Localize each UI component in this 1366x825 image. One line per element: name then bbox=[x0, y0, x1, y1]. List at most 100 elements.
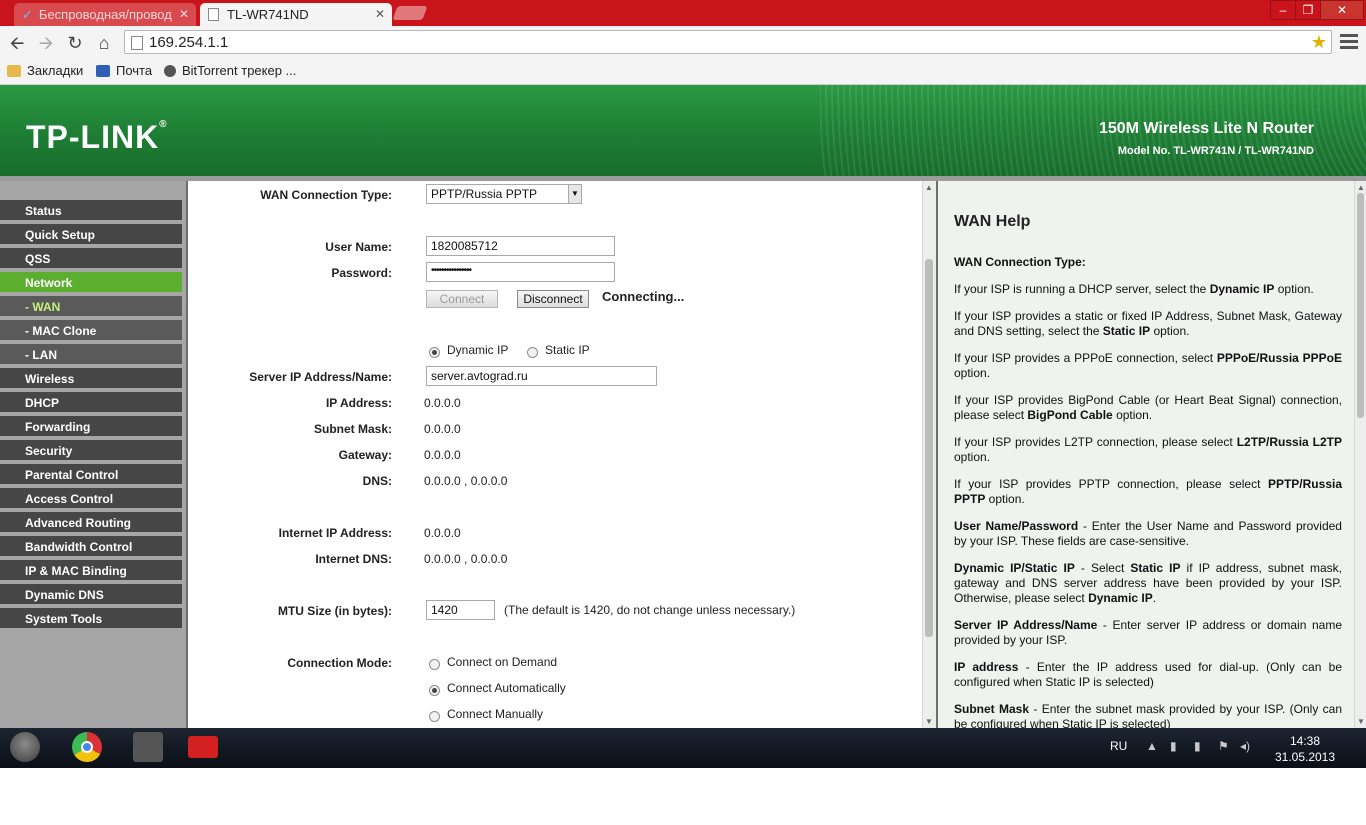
scroll-down-icon[interactable]: ▼ bbox=[1357, 717, 1365, 726]
connection-status: Connecting... bbox=[602, 289, 685, 304]
help-paragraph: Subnet Mask - Enter the subnet mask prov… bbox=[954, 702, 1342, 728]
help-emphasis: Server IP Address/Name bbox=[954, 618, 1098, 632]
connect-automatically-label: Connect Automatically bbox=[447, 681, 566, 695]
wan-type-value: PPTP/Russia PPTP bbox=[431, 187, 538, 201]
static-ip-label: Static IP bbox=[545, 343, 590, 357]
sidebar-item-advanced-routing[interactable]: Advanced Routing bbox=[0, 512, 182, 534]
scrollbar-thumb[interactable] bbox=[925, 259, 933, 637]
help-body: WAN Connection Type: If your ISP is runni… bbox=[954, 255, 1342, 728]
sidebar-item-security[interactable]: Security bbox=[0, 440, 182, 462]
help-text: option. bbox=[1112, 408, 1153, 422]
tray-expand-icon[interactable]: ▲ bbox=[1146, 739, 1158, 753]
sidebar-item-status[interactable]: Status bbox=[0, 200, 182, 222]
flag-icon[interactable]: ⚑ bbox=[1218, 739, 1229, 753]
clock-time: 14:38 bbox=[1289, 734, 1321, 748]
help-paragraph: If your ISP provides a PPPoE connection,… bbox=[954, 351, 1342, 381]
static-ip-radio[interactable] bbox=[527, 347, 538, 358]
internet-dns-value: 0.0.0.0 , 0.0.0.0 bbox=[424, 552, 508, 566]
browser-tab[interactable]: ✓ Беспроводная/провод ✕ bbox=[14, 3, 196, 26]
dynamic-ip-radio[interactable] bbox=[429, 347, 440, 358]
help-text: option. bbox=[954, 366, 991, 380]
connect-manually-label: Connect Manually bbox=[447, 707, 544, 721]
sidebar-item-parental-control[interactable]: Parental Control bbox=[0, 464, 182, 486]
sidebar-item-wan[interactable]: - WAN bbox=[0, 296, 182, 318]
bookmark-folder[interactable]: Закладки bbox=[7, 63, 83, 78]
back-icon[interactable]: 🡨 bbox=[6, 32, 28, 54]
av-app-icon[interactable] bbox=[188, 736, 218, 758]
address-bar[interactable]: 169.254.1.1 ★ bbox=[124, 30, 1332, 54]
mail-icon bbox=[96, 64, 110, 77]
clock-date: 31.05.2013 bbox=[1274, 750, 1336, 764]
home-icon[interactable]: ⌂ bbox=[93, 32, 115, 54]
scroll-down-icon[interactable]: ▼ bbox=[925, 717, 933, 726]
reload-icon[interactable]: ↻ bbox=[64, 32, 86, 54]
sidebar-item-wireless[interactable]: Wireless bbox=[0, 368, 182, 390]
sidebar-item-mac-clone[interactable]: - MAC Clone bbox=[0, 320, 182, 342]
sidebar-item-bandwidth-control[interactable]: Bandwidth Control bbox=[0, 536, 182, 558]
clock[interactable]: 14:38 31.05.2013 bbox=[1270, 733, 1340, 765]
volume-icon[interactable]: ◂) bbox=[1240, 739, 1250, 753]
help-paragraph: If your ISP provides a static or fixed I… bbox=[954, 309, 1342, 339]
sidebar-item-network[interactable]: Network bbox=[0, 272, 182, 294]
form-scrollbar[interactable]: ▲ ▼ bbox=[922, 181, 936, 728]
sidebar-item-lan[interactable]: - LAN bbox=[0, 344, 182, 366]
connect-automatically-radio[interactable] bbox=[429, 685, 440, 696]
help-emphasis: Static IP bbox=[1102, 324, 1151, 338]
help-paragraph: If your ISP provides L2TP connection, pl… bbox=[954, 435, 1342, 465]
connect-manually-radio[interactable] bbox=[429, 711, 440, 722]
help-title: WAN Help bbox=[954, 213, 1031, 230]
bookmark-star-icon[interactable]: ★ bbox=[1311, 32, 1327, 53]
language-indicator[interactable]: RU bbox=[1110, 739, 1127, 753]
close-window-button[interactable]: ✕ bbox=[1320, 0, 1364, 20]
network-icon[interactable]: ▮ bbox=[1170, 739, 1177, 753]
mtu-input[interactable]: 1420 bbox=[426, 600, 495, 620]
bookmark-mail[interactable]: Почта bbox=[96, 63, 152, 78]
tab-close-icon[interactable]: ✕ bbox=[179, 7, 189, 21]
sidebar-item-system-tools[interactable]: System Tools bbox=[0, 608, 182, 630]
sidebar-item-qss[interactable]: QSS bbox=[0, 248, 182, 270]
gateway-label: Gateway: bbox=[338, 448, 392, 462]
browser-toolbar: 🡨 🡪 ↻ ⌂ 169.254.1.1 ★ bbox=[0, 26, 1366, 61]
scrollbar-thumb[interactable] bbox=[1357, 193, 1364, 418]
speaker-app-icon[interactable] bbox=[133, 732, 163, 762]
help-emphasis: IP address bbox=[954, 660, 1019, 674]
bookmark-bittorrent[interactable]: BitTorrent трекер ... bbox=[164, 63, 296, 78]
sidebar-item-dynamic-dns[interactable]: Dynamic DNS bbox=[0, 584, 182, 606]
sidebar-item-access-control[interactable]: Access Control bbox=[0, 488, 182, 510]
scroll-up-icon[interactable]: ▲ bbox=[925, 183, 933, 192]
connect-button[interactable]: Connect bbox=[426, 290, 498, 308]
username-input[interactable]: 1820085712 bbox=[426, 236, 615, 256]
sidebar-menu: Status Quick Setup QSS Network - WAN - MAC Cl… bbox=[0, 181, 186, 728]
sidebar-item-forwarding[interactable]: Forwarding bbox=[0, 416, 182, 438]
new-tab-button[interactable] bbox=[392, 6, 428, 20]
help-emphasis: Dynamic IP bbox=[1209, 282, 1275, 296]
help-emphasis: PPPoE/Russia PPPoE bbox=[1216, 351, 1342, 365]
connect-on-demand-radio[interactable] bbox=[429, 659, 440, 670]
power-icon[interactable]: ▮ bbox=[1194, 739, 1201, 753]
start-button[interactable] bbox=[10, 732, 40, 762]
minimize-button[interactable]: – bbox=[1270, 0, 1296, 20]
help-text: If your ISP provides a PPPoE connection,… bbox=[954, 351, 1217, 365]
page-icon bbox=[131, 36, 143, 50]
bookmarks-bar: Закладки Почта BitTorrent трекер ... bbox=[0, 60, 1366, 85]
password-input[interactable]: •••••••••••••••• bbox=[426, 262, 615, 282]
forward-icon[interactable]: 🡪 bbox=[35, 32, 57, 54]
scroll-up-icon[interactable]: ▲ bbox=[1357, 183, 1365, 192]
chrome-taskbar-icon[interactable] bbox=[72, 732, 102, 762]
disconnect-button[interactable]: Disconnect bbox=[517, 290, 589, 308]
help-text: option. bbox=[985, 492, 1025, 506]
help-scrollbar[interactable]: ▲ ▼ bbox=[1354, 181, 1366, 728]
dns-value: 0.0.0.0 , 0.0.0.0 bbox=[424, 474, 508, 488]
sidebar-item-quick-setup[interactable]: Quick Setup bbox=[0, 224, 182, 246]
wan-type-select[interactable]: PPTP/Russia PPTP ▼ bbox=[426, 184, 582, 204]
menu-icon[interactable] bbox=[1340, 34, 1358, 52]
tab-title: TL-WR741ND bbox=[227, 7, 309, 22]
bookmark-label: BitTorrent трекер ... bbox=[182, 63, 297, 78]
sidebar-item-dhcp[interactable]: DHCP bbox=[0, 392, 182, 414]
sidebar-item-ip-mac-binding[interactable]: IP & MAC Binding bbox=[0, 560, 182, 582]
server-input[interactable]: server.avtograd.ru bbox=[426, 366, 657, 386]
maximize-button[interactable]: ❐ bbox=[1295, 0, 1321, 20]
help-emphasis: BigPond Cable bbox=[1027, 408, 1113, 422]
browser-tab-active[interactable]: TL-WR741ND ✕ bbox=[200, 3, 392, 26]
tab-close-icon[interactable]: ✕ bbox=[375, 7, 385, 21]
